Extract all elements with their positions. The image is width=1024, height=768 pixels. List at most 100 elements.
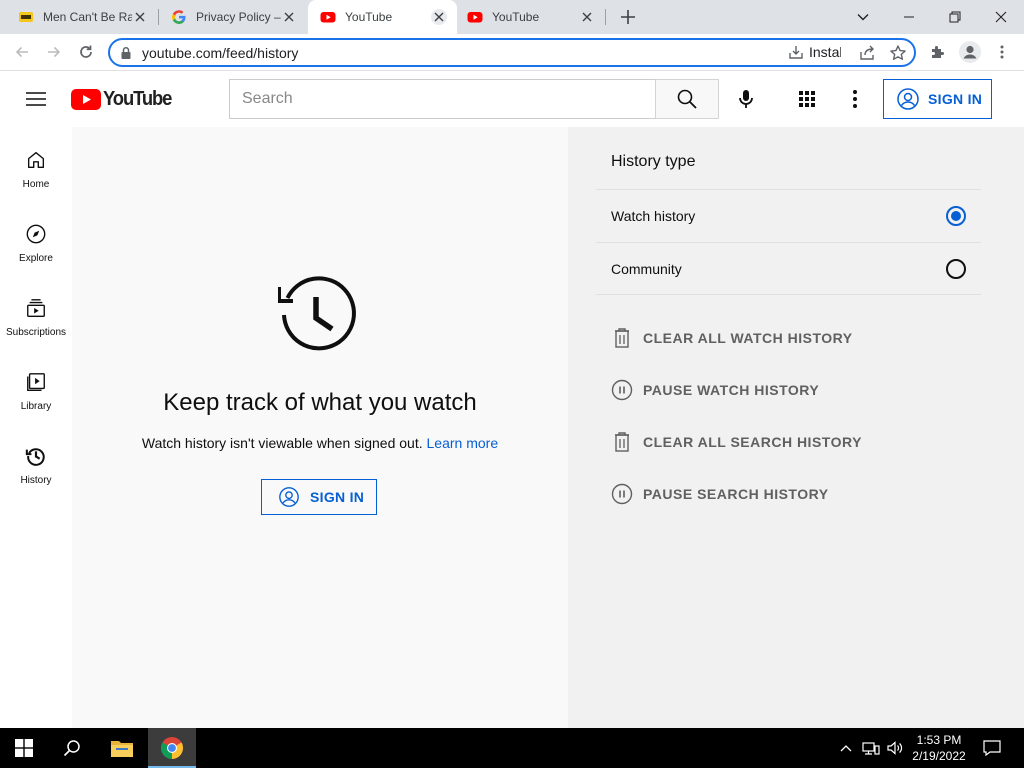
profile-avatar-icon bbox=[959, 41, 981, 63]
action-center-button[interactable] bbox=[980, 728, 1004, 768]
home-icon bbox=[27, 151, 45, 169]
account-circle-icon bbox=[897, 88, 919, 110]
tab-separator bbox=[605, 9, 606, 25]
youtube-logo[interactable]: YouTube bbox=[71, 88, 177, 111]
radio-selected[interactable] bbox=[946, 206, 966, 226]
back-button[interactable] bbox=[12, 42, 32, 62]
clear-watch-history-button[interactable]: CLEAR ALL WATCH HISTORY bbox=[611, 326, 853, 350]
empty-state-message: Watch history isn't viewable when signed… bbox=[141, 435, 423, 451]
youtube-apps-button[interactable] bbox=[795, 87, 819, 111]
chrome-icon bbox=[161, 737, 183, 759]
voice-search-button[interactable] bbox=[734, 87, 758, 111]
empty-state-subtext: Watch history isn't viewable when signed… bbox=[72, 435, 568, 451]
guide-item-home[interactable]: Home bbox=[0, 127, 72, 201]
minimize-icon bbox=[904, 16, 914, 18]
install-app-button[interactable]: Install bbox=[788, 44, 841, 60]
subscriptions-icon bbox=[27, 299, 45, 317]
search-button[interactable] bbox=[655, 79, 719, 119]
close-tab-icon[interactable] bbox=[132, 9, 148, 25]
guide-item-history[interactable]: History bbox=[0, 423, 72, 497]
clear-search-history-button[interactable]: CLEAR ALL SEARCH HISTORY bbox=[611, 430, 862, 454]
guide-item-label: History bbox=[20, 475, 52, 486]
guide-item-label: Library bbox=[20, 401, 52, 412]
windows-logo-icon bbox=[15, 739, 33, 757]
history-type-panel: History type Watch history Community CLE… bbox=[568, 127, 1024, 728]
notification-icon bbox=[983, 740, 1001, 756]
trash-icon bbox=[615, 432, 629, 452]
youtube-icon bbox=[467, 9, 483, 25]
close-tab-icon[interactable] bbox=[281, 9, 297, 25]
settings-more-button[interactable] bbox=[843, 87, 867, 111]
share-icon[interactable] bbox=[858, 44, 876, 62]
kebab-menu-icon bbox=[1000, 45, 1004, 59]
google-icon bbox=[171, 9, 187, 25]
forward-button[interactable] bbox=[44, 42, 64, 62]
arrow-left-icon bbox=[15, 46, 28, 58]
divider bbox=[596, 294, 981, 295]
pause-search-history-button[interactable]: PAUSE SEARCH HISTORY bbox=[611, 482, 829, 506]
chrome-taskbar-button[interactable] bbox=[148, 728, 196, 768]
pause-watch-history-button[interactable]: PAUSE WATCH HISTORY bbox=[611, 378, 819, 402]
close-window-button[interactable] bbox=[978, 0, 1024, 34]
reload-icon bbox=[80, 45, 92, 58]
tab-title: YouTube bbox=[492, 10, 540, 24]
browser-tab-privacy-policy[interactable]: Privacy Policy – bbox=[159, 0, 307, 34]
taskbar-clock[interactable]: 1:53 PM 2/19/2022 bbox=[904, 732, 974, 764]
close-icon bbox=[995, 11, 1007, 23]
pause-circle-icon bbox=[611, 379, 633, 401]
lock-icon[interactable] bbox=[120, 46, 132, 60]
guide-menu-button[interactable] bbox=[25, 88, 47, 110]
sign-in-button-main[interactable]: SIGN IN bbox=[261, 479, 377, 515]
extensions-button[interactable] bbox=[928, 42, 948, 62]
guide-item-label: Home bbox=[22, 179, 50, 190]
restore-icon bbox=[949, 11, 961, 23]
tab-title: Men Can't Be Ra bbox=[43, 10, 132, 24]
compass-icon bbox=[26, 224, 46, 244]
network-button[interactable] bbox=[860, 728, 882, 768]
url-text[interactable]: youtube.com/feed/history bbox=[142, 45, 298, 61]
history-option-watch[interactable]: Watch history bbox=[611, 190, 966, 242]
taskbar-search-button[interactable] bbox=[48, 728, 96, 768]
chrome-menu-button[interactable] bbox=[992, 42, 1012, 62]
close-tab-icon[interactable] bbox=[579, 9, 595, 25]
sign-in-button[interactable]: SIGN IN bbox=[883, 79, 992, 119]
browser-tab-strip: Men Can't Be Ra Privacy Policy – YouTube bbox=[0, 0, 1024, 34]
install-icon bbox=[789, 46, 803, 59]
guide-item-library[interactable]: Library bbox=[0, 349, 72, 423]
history-option-community[interactable]: Community bbox=[611, 243, 966, 295]
youtube-logo-icon bbox=[71, 89, 101, 110]
search-box[interactable] bbox=[229, 79, 656, 119]
radio-unselected[interactable] bbox=[946, 259, 966, 279]
apps-grid-icon bbox=[799, 91, 815, 107]
guide-item-explore[interactable]: Explore bbox=[0, 201, 72, 275]
volume-button[interactable] bbox=[884, 728, 906, 768]
history-main-content: Keep track of what you watch Watch histo… bbox=[72, 127, 568, 728]
browser-tab-youtube-active[interactable]: YouTube bbox=[308, 0, 457, 34]
guide-item-subscriptions[interactable]: Subscriptions bbox=[0, 275, 72, 349]
bookmark-star-icon[interactable] bbox=[889, 44, 907, 62]
browser-tab-imdb[interactable]: Men Can't Be Ra bbox=[0, 0, 158, 34]
install-label: Install bbox=[809, 44, 841, 60]
address-bar[interactable]: youtube.com/feed/history Install bbox=[108, 38, 916, 67]
search-icon bbox=[63, 740, 80, 757]
restore-button[interactable] bbox=[932, 0, 978, 34]
start-button[interactable] bbox=[0, 728, 48, 768]
trash-icon bbox=[615, 328, 629, 348]
browser-toolbar: youtube.com/feed/history Install bbox=[0, 34, 1024, 71]
learn-more-link[interactable]: Learn more bbox=[427, 435, 499, 451]
minimize-button[interactable] bbox=[886, 0, 932, 34]
search-input[interactable] bbox=[230, 80, 656, 118]
reload-button[interactable] bbox=[76, 42, 96, 62]
browser-tab-youtube[interactable]: YouTube bbox=[457, 0, 605, 34]
account-circle-icon bbox=[279, 487, 299, 507]
history-icon bbox=[25, 448, 45, 466]
new-tab-button[interactable] bbox=[618, 7, 638, 27]
profile-button[interactable] bbox=[958, 40, 982, 64]
guide-item-label: Subscriptions bbox=[5, 327, 67, 338]
file-explorer-button[interactable] bbox=[98, 728, 146, 768]
history-type-title: History type bbox=[611, 153, 696, 170]
tab-search-button[interactable] bbox=[840, 0, 886, 34]
action-label: PAUSE WATCH HISTORY bbox=[643, 382, 820, 398]
show-hidden-icons-button[interactable] bbox=[836, 728, 856, 768]
close-tab-icon[interactable] bbox=[431, 9, 447, 25]
